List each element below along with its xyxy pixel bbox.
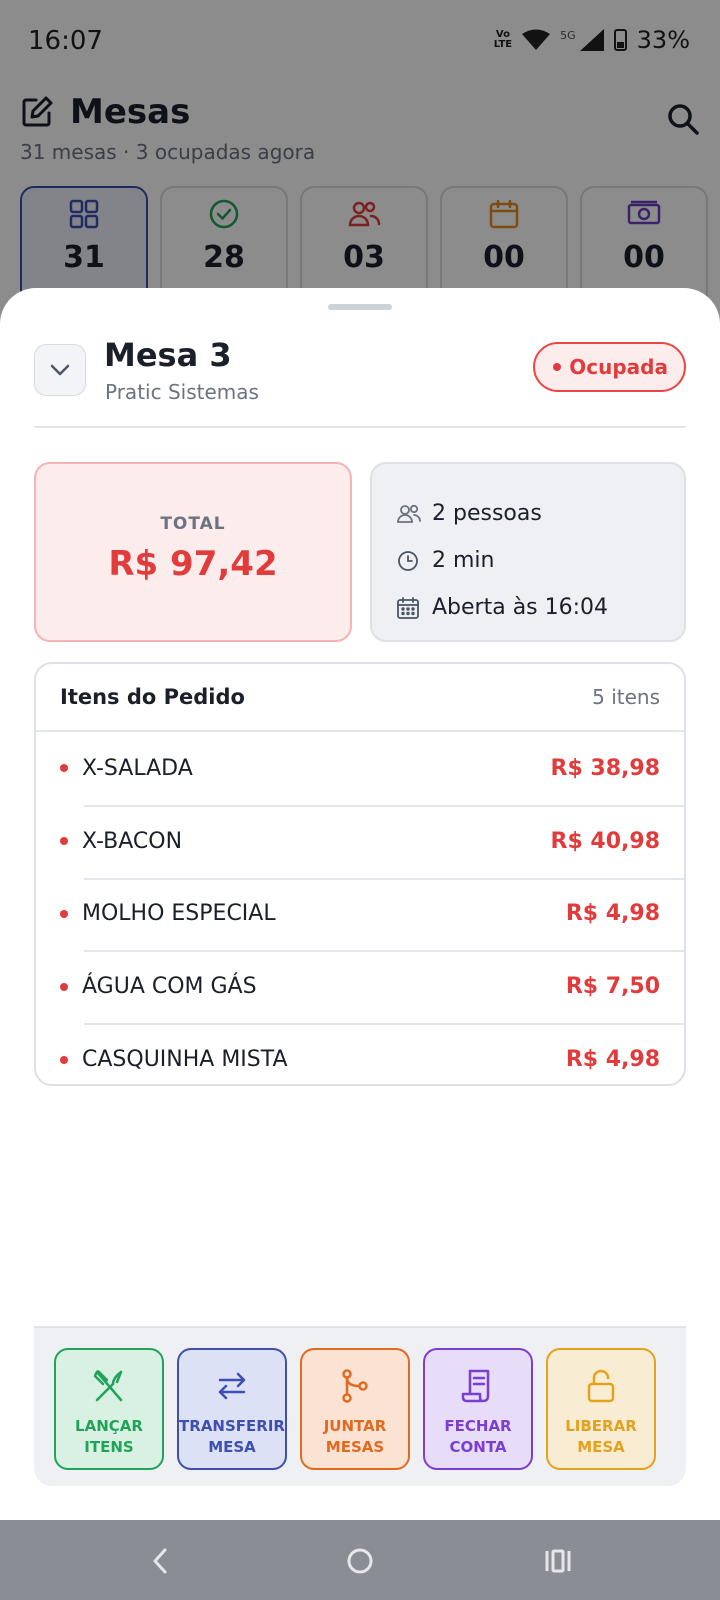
home-icon — [347, 1548, 373, 1574]
action-bar: LANÇAR ITENS TRANSFERIR MESA JUNTAR MESA… — [34, 1326, 686, 1486]
recents-icon — [545, 1549, 571, 1573]
item-name: MOLHO ESPECIAL — [82, 901, 276, 927]
item-bullet — [60, 764, 68, 773]
transfer-table-button[interactable]: TRANSFERIR MESA — [177, 1348, 287, 1470]
table-detail-sheet: Mesa 3 Pratic Sistemas Ocupada TOTAL R$ … — [0, 288, 720, 1520]
nav-recents-button[interactable] — [538, 1544, 578, 1578]
item-name: CASQUINHA MISTA — [82, 1047, 288, 1073]
list-item[interactable]: MOLHO ESPECIAL R$ 4,98 — [36, 877, 684, 951]
status-dot — [553, 363, 562, 371]
action-label: TRANSFERIR MESA — [179, 1417, 285, 1456]
chevron-down-icon — [50, 364, 70, 376]
status-badge: Ocupada — [533, 342, 686, 392]
order-items-count: 5 itens — [592, 685, 660, 709]
nav-home-button[interactable] — [340, 1544, 380, 1578]
calendar-icon — [397, 596, 419, 619]
item-bullet — [60, 909, 68, 918]
nav-back-button[interactable] — [140, 1544, 180, 1578]
total-value: R$ 97,42 — [108, 544, 278, 584]
opened-time: Aberta às 16:04 — [432, 595, 609, 620]
close-bill-button[interactable]: FECHAR CONTA — [423, 1348, 533, 1470]
info-people: 2 pessoas — [396, 490, 684, 537]
action-label: FECHAR CONTA — [444, 1417, 512, 1456]
info-elapsed: 2 min — [396, 537, 684, 584]
sheet-header: Mesa 3 Pratic Sistemas Ocupada — [34, 336, 686, 428]
people-count: 2 pessoas — [432, 501, 542, 526]
table-subtitle: Pratic Sistemas — [105, 380, 259, 404]
clock-icon — [398, 550, 418, 571]
launch-items-button[interactable]: LANÇAR ITENS — [54, 1348, 164, 1470]
action-label: LANÇAR ITENS — [75, 1417, 143, 1456]
item-price: R$ 40,98 — [550, 828, 661, 854]
order-items-title: Itens do Pedido — [60, 685, 245, 709]
elapsed-time: 2 min — [432, 548, 495, 573]
system-nav-bar — [0, 1520, 720, 1600]
status-badge-label: Ocupada — [569, 355, 668, 379]
order-items-card: Itens do Pedido 5 itens X-SALADA R$ 38,9… — [34, 662, 686, 1086]
item-price: R$ 4,98 — [565, 1047, 660, 1073]
action-label: LIBERAR MESA — [565, 1417, 637, 1456]
sheet-drag-handle[interactable] — [328, 304, 392, 310]
utensils-icon — [93, 1370, 123, 1402]
swap-arrows-icon — [218, 1372, 246, 1400]
list-item[interactable]: ÁGUA COM GÁS R$ 7,50 — [36, 950, 684, 1023]
list-item[interactable]: X-BACON R$ 40,98 — [36, 804, 684, 878]
users-icon — [397, 504, 421, 523]
item-price: R$ 38,98 — [550, 755, 661, 781]
item-price: R$ 7,50 — [565, 974, 660, 1000]
receipt-icon — [461, 1369, 490, 1403]
order-items-header: Itens do Pedido 5 itens — [36, 664, 684, 732]
action-label: JUNTAR MESAS — [323, 1417, 387, 1456]
item-name: ÁGUA COM GÁS — [82, 974, 257, 1000]
item-bullet — [60, 837, 68, 846]
release-table-button[interactable]: LIBERAR MESA — [546, 1348, 656, 1470]
item-bullet — [60, 1055, 68, 1064]
item-name: X-SALADA — [82, 755, 193, 781]
info-opened: Aberta às 16:04 — [396, 584, 684, 631]
collapse-button[interactable] — [34, 344, 86, 396]
back-icon — [153, 1548, 167, 1574]
merge-icon — [342, 1369, 368, 1403]
item-bullet — [60, 982, 68, 991]
item-price: R$ 4,98 — [565, 901, 660, 927]
table-title: Mesa 3 — [104, 336, 232, 374]
list-item[interactable]: X-SALADA R$ 38,98 — [36, 732, 684, 805]
item-name: X-BACON — [82, 828, 183, 854]
merge-tables-button[interactable]: JUNTAR MESAS — [300, 1348, 410, 1470]
list-item[interactable]: CASQUINHA MISTA R$ 4,98 — [36, 1023, 684, 1084]
info-card: 2 pessoas 2 min Aberta às 16:04 — [370, 462, 686, 642]
unlock-icon — [587, 1369, 615, 1403]
total-label: TOTAL — [160, 514, 226, 534]
total-card: TOTAL R$ 97,42 — [34, 462, 352, 642]
